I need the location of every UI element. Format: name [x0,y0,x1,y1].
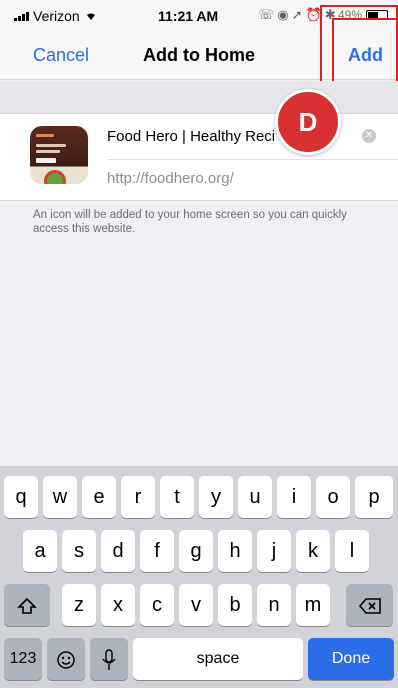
rotation-lock-icon: ◉ [277,7,292,22]
site-thumbnail [30,126,88,184]
shift-key[interactable] [4,584,50,626]
backspace-key[interactable] [346,584,393,626]
key-g[interactable]: g [179,530,213,572]
key-l[interactable]: l [335,530,369,572]
location-icon: ➚ [291,7,306,22]
key-n[interactable]: n [257,584,291,626]
wifi-icon [84,8,98,24]
microphone-key[interactable] [90,638,128,680]
highlight-box-inner [332,18,398,84]
key-d[interactable]: d [101,530,135,572]
space-key[interactable]: space [133,638,303,680]
hint-text: An icon will be added to your home scree… [33,209,347,235]
done-key[interactable]: Done [308,638,394,680]
key-s[interactable]: s [62,530,96,572]
carrier-group: Verizon [14,8,98,24]
emoji-icon [56,648,76,670]
key-k[interactable]: k [296,530,330,572]
url-label: http://foodhero.org/ [107,170,234,187]
numbers-key[interactable]: 123 [4,638,42,680]
keyboard: q w e r t y u i o p a s d f g h j k l z … [0,466,398,688]
shift-icon [17,594,37,616]
key-z[interactable]: z [62,584,96,626]
key-t[interactable]: t [160,476,194,518]
key-i[interactable]: i [277,476,311,518]
key-o[interactable]: o [316,476,350,518]
divider [107,159,398,160]
key-u[interactable]: u [238,476,272,518]
signal-icon [14,11,29,21]
key-y[interactable]: y [199,476,233,518]
key-c[interactable]: c [140,584,174,626]
key-j[interactable]: j [257,530,291,572]
step-badge: D [275,89,341,155]
key-v[interactable]: v [179,584,213,626]
key-f[interactable]: f [140,530,174,572]
key-r[interactable]: r [121,476,155,518]
backspace-icon [358,594,382,616]
clock: 11:21 AM [158,8,219,24]
key-p[interactable]: p [355,476,393,518]
key-m[interactable]: m [296,584,330,626]
emoji-key[interactable] [47,638,85,680]
key-b[interactable]: b [218,584,252,626]
key-w[interactable]: w [43,476,77,518]
key-x[interactable]: x [101,584,135,626]
key-e[interactable]: e [82,476,116,518]
clear-icon[interactable]: ✕ [362,129,376,143]
title-field[interactable]: Food Hero | Healthy Reci [107,128,275,145]
microphone-icon [102,648,116,670]
key-q[interactable]: q [4,476,38,518]
carrier-label: Verizon [33,8,80,24]
key-h[interactable]: h [218,530,252,572]
key-a[interactable]: a [23,530,57,572]
phone-call-icon: ☏ [258,7,278,22]
